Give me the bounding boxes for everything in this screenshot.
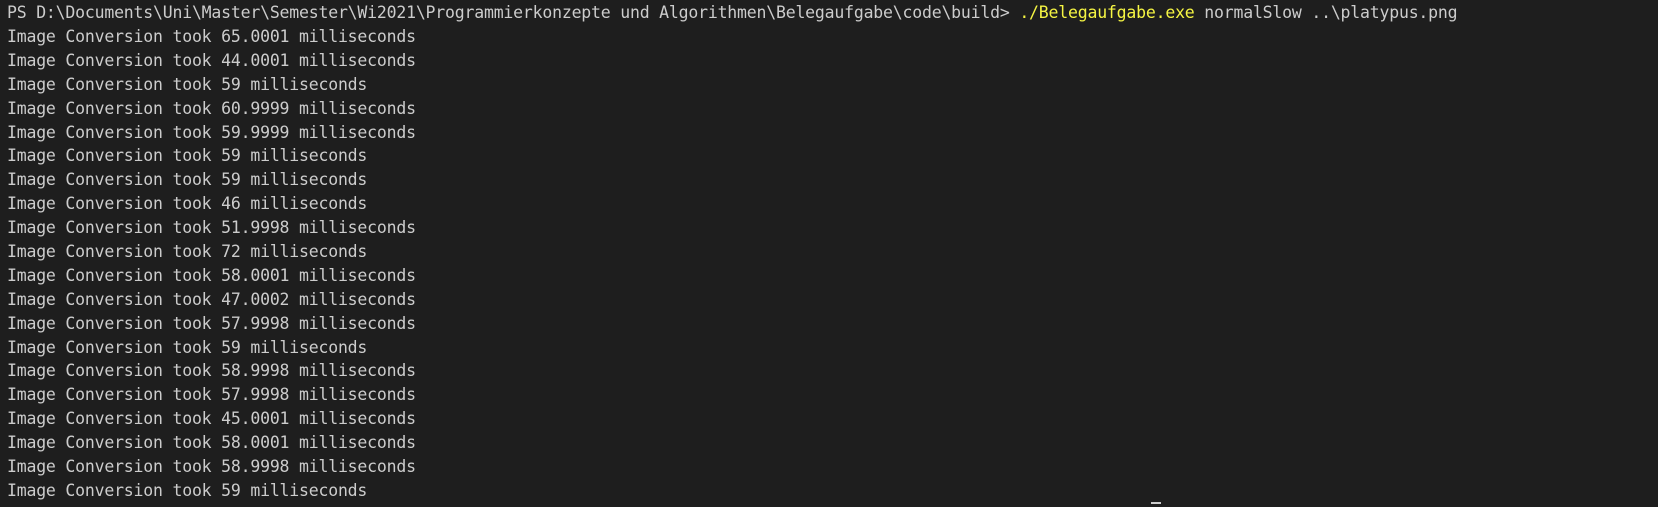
output-line: Image Conversion took 44.0001 millisecon… bbox=[7, 50, 416, 70]
output-line: Image Conversion took 58.9998 millisecon… bbox=[7, 361, 416, 381]
output-line: Image Conversion took 59 milliseconds bbox=[7, 146, 368, 166]
output-line: Image Conversion took 59 milliseconds bbox=[7, 170, 368, 190]
text-cursor bbox=[1151, 502, 1161, 504]
output-line: Image Conversion took 59 milliseconds bbox=[7, 480, 368, 500]
output-line: Image Conversion took 47.0002 millisecon… bbox=[7, 289, 416, 309]
output-line: Image Conversion took 57.9998 millisecon… bbox=[7, 313, 416, 333]
output-line: Image Conversion took 58.9998 millisecon… bbox=[7, 457, 416, 477]
output-line: Image Conversion took 57.9998 millisecon… bbox=[7, 385, 416, 405]
output-line: Image Conversion took 59 milliseconds bbox=[7, 74, 368, 94]
output-line: Image Conversion took 59 milliseconds bbox=[7, 337, 368, 357]
output-line: Image Conversion took 65.0001 millisecon… bbox=[7, 27, 416, 46]
terminal-window[interactable]: PS D:\Documents\Uni\Master\Semester\Wi20… bbox=[0, 0, 1658, 507]
output-line: Image Conversion took 60.9999 millisecon… bbox=[7, 98, 416, 118]
command-arguments: normalSlow ..\platypus.png bbox=[1194, 3, 1458, 22]
output-line: Image Conversion took 46 milliseconds bbox=[7, 194, 368, 214]
output-line: Image Conversion took 58.0001 millisecon… bbox=[7, 265, 416, 285]
output-line: Image Conversion took 58.0001 millisecon… bbox=[7, 433, 416, 453]
output-line: Image Conversion took 59.9999 millisecon… bbox=[7, 122, 416, 142]
command-executable: ./Belegaufgabe.exe bbox=[1019, 3, 1195, 22]
output-line: Image Conversion took 51.9998 millisecon… bbox=[7, 218, 416, 238]
output-line: Image Conversion took 72 milliseconds bbox=[7, 242, 368, 262]
prompt-line: PS D:\Documents\Uni\Master\Semester\Wi20… bbox=[7, 0, 1658, 25]
output-line: Image Conversion took 45.0001 millisecon… bbox=[7, 409, 416, 429]
prompt-path: PS D:\Documents\Uni\Master\Semester\Wi20… bbox=[7, 3, 1020, 22]
